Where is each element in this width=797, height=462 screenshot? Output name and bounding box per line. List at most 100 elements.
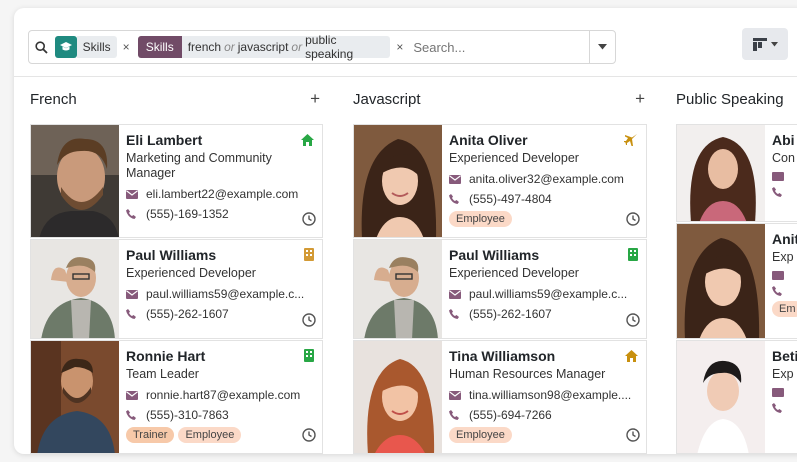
employee-photo — [354, 341, 442, 453]
facet-value: javascript — [237, 40, 289, 54]
employee-photo — [354, 240, 442, 338]
facet-label: Skills — [76, 36, 117, 58]
home-icon — [625, 349, 638, 367]
graduation-cap-icon — [54, 36, 77, 58]
phone-icon — [126, 209, 146, 219]
employee-photo — [31, 240, 119, 338]
employee-name: Anita Oliver — [449, 132, 528, 148]
employee-phone[interactable]: (555)-310-7863 — [146, 408, 229, 422]
employee-photo — [677, 125, 765, 221]
search-input[interactable] — [411, 32, 590, 62]
employee-email[interactable]: paul.williams59@example.c... — [146, 287, 304, 301]
phone-icon — [772, 403, 792, 413]
employee-job-title: Experienced Developer — [126, 266, 256, 280]
kanban-icon — [752, 37, 767, 51]
employee-job-title: Experienced Developer — [449, 266, 579, 280]
phone-icon — [449, 410, 469, 420]
envelope-icon — [449, 289, 469, 299]
employee-card[interactable]: Anita Oliver Experienced Developer anita… — [353, 124, 647, 238]
activity-clock-icon[interactable] — [302, 428, 316, 447]
activity-clock-icon[interactable] — [302, 212, 316, 231]
employee-photo — [677, 341, 765, 453]
employee-job-title: Marketing and Community Manager — [126, 151, 272, 180]
employee-name: Paul Williams — [449, 247, 540, 263]
employee-name: Eli Lambert — [126, 132, 203, 148]
facet-remove-icon[interactable]: × — [396, 40, 403, 54]
employee-email[interactable]: paul.williams59@example.c... — [469, 287, 627, 301]
facet-or: or — [291, 40, 303, 54]
employee-phone[interactable]: (555)-262-1607 — [469, 307, 552, 321]
employee-phone[interactable]: (555)-169-1352 — [146, 207, 229, 221]
phone-icon — [772, 286, 792, 296]
search-bar[interactable]: Skills × Skills french or javascript or … — [28, 30, 616, 64]
building-icon — [628, 248, 638, 266]
employee-card[interactable]: Eli Lambert Marketing and Community Mana… — [30, 124, 323, 238]
employee-job-title: Team Leader — [126, 367, 199, 381]
employee-photo — [31, 125, 119, 237]
building-icon — [304, 248, 314, 266]
employee-email[interactable]: ronnie.hart87@example.com — [146, 388, 300, 402]
employee-name: Ronnie Hart — [126, 348, 206, 364]
tag-badge: Employee — [449, 427, 512, 443]
kanban-column-public-speaking: Public Speaking — [676, 77, 797, 121]
employee-card[interactable]: Paul Williams Experienced Developer paul… — [30, 239, 323, 339]
home-icon — [301, 133, 314, 151]
phone-icon — [772, 187, 792, 197]
caret-down-icon — [770, 41, 778, 46]
employee-email[interactable]: tina.williamson98@example.... — [469, 388, 631, 402]
facet-values: french or javascript or public speaking — [181, 33, 391, 61]
employee-card[interactable]: Beti Exp — [676, 340, 797, 454]
employee-name: Tina Williamson — [449, 348, 556, 364]
search-facet-skills[interactable]: Skills × — [54, 36, 130, 58]
employee-job-title: Con — [772, 151, 795, 165]
employee-photo — [31, 341, 119, 453]
activity-clock-icon[interactable] — [626, 428, 640, 447]
employee-card[interactable]: Ronnie Hart Team Leader ronnie.hart87@ex… — [30, 340, 323, 454]
envelope-icon — [772, 388, 792, 397]
envelope-icon — [449, 174, 469, 184]
activity-clock-icon[interactable] — [302, 313, 316, 332]
search-icon[interactable] — [29, 40, 55, 54]
search-options-toggle[interactable] — [589, 31, 615, 63]
employee-name: Beti — [772, 348, 797, 364]
employee-name: Anit — [772, 231, 797, 247]
employee-phone[interactable]: (555)-694-7266 — [469, 408, 552, 422]
phone-icon — [449, 309, 469, 319]
add-card-button[interactable]: + — [310, 89, 320, 109]
employee-name: Paul Williams — [126, 247, 217, 263]
employee-photo — [677, 224, 765, 338]
plane-icon — [624, 133, 638, 152]
employee-job-title: Exp — [772, 250, 794, 264]
employee-email[interactable]: eli.lambert22@example.com — [146, 187, 298, 201]
envelope-icon — [126, 289, 146, 299]
phone-icon — [126, 309, 146, 319]
column-title: French — [30, 90, 77, 108]
employee-phone[interactable]: (555)-262-1607 — [146, 307, 229, 321]
employee-phone[interactable]: (555)-497-4804 — [469, 192, 552, 206]
employee-email[interactable]: anita.oliver32@example.com — [469, 172, 624, 186]
add-card-button[interactable]: + — [635, 89, 645, 109]
column-title: Javascript — [353, 90, 421, 108]
employee-card[interactable]: Tina Williamson Human Resources Manager … — [353, 340, 647, 454]
facet-or: or — [224, 40, 235, 54]
activity-clock-icon[interactable] — [626, 212, 640, 231]
caret-down-icon — [598, 44, 608, 50]
phone-icon — [449, 194, 469, 204]
envelope-icon — [772, 172, 792, 181]
employee-name: Abi — [772, 132, 795, 148]
employee-job-title: Experienced Developer — [449, 151, 579, 165]
kanban-column-french: French + — [30, 77, 324, 121]
employee-card[interactable]: Anit Exp Em — [676, 223, 797, 339]
phone-icon — [126, 410, 146, 420]
kanban-view-button[interactable] — [742, 28, 788, 60]
facet-remove-icon[interactable]: × — [123, 40, 130, 54]
search-facet-skills-values[interactable]: Skills french or javascript or public sp… — [137, 33, 403, 61]
envelope-icon — [126, 189, 146, 199]
employee-card[interactable]: Abi Con — [676, 124, 797, 222]
employee-card[interactable]: Paul Williams Experienced Developer paul… — [353, 239, 647, 339]
column-title: Public Speaking — [676, 90, 784, 108]
activity-clock-icon[interactable] — [626, 313, 640, 332]
kanban-column-javascript: Javascript + — [353, 77, 649, 121]
building-icon — [304, 349, 314, 367]
employee-job-title: Exp — [772, 367, 794, 381]
